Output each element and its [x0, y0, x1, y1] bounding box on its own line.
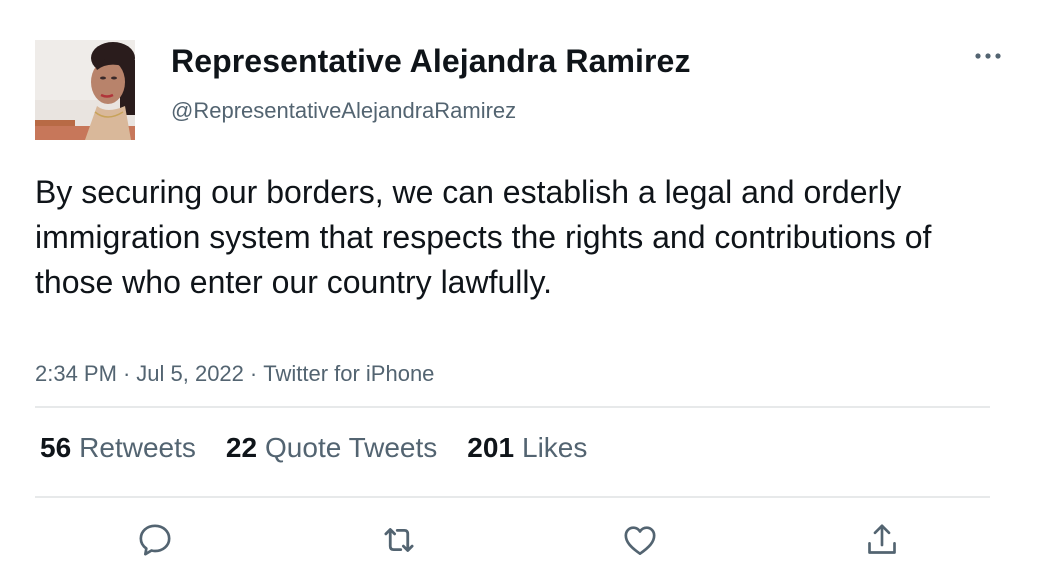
likes-label: Likes	[522, 432, 588, 463]
meta-separator: ·	[249, 361, 258, 386]
retweets-count: 56	[40, 432, 72, 463]
divider	[35, 406, 990, 408]
share-icon	[868, 524, 896, 554]
retweet-button[interactable]	[377, 518, 421, 562]
retweets-stat[interactable]: 56 Retweets	[40, 432, 196, 464]
quote-tweets-stat[interactable]: 22 Quote Tweets	[226, 432, 437, 464]
tweet-text: By securing our borders, we can establis…	[35, 174, 932, 300]
more-options-button[interactable]	[968, 44, 1008, 68]
quote-tweets-count: 22	[225, 432, 258, 463]
avatar[interactable]	[35, 40, 135, 140]
share-button[interactable]	[860, 518, 904, 562]
likes-count: 201	[467, 432, 515, 463]
more-icon	[975, 53, 1001, 59]
tweet-date[interactable]: Jul 5, 2022	[136, 361, 244, 386]
likes-stat[interactable]: 201 Likes	[467, 432, 587, 464]
tweet-time[interactable]: 2:34 PM	[35, 361, 117, 386]
author-display-name[interactable]: Representative Alejandra Ramirez	[171, 43, 691, 80]
divider	[35, 496, 990, 498]
like-icon	[624, 526, 656, 555]
tweet-source[interactable]: Twitter for iPhone	[263, 361, 434, 386]
retweet-icon	[384, 528, 414, 552]
reply-button[interactable]	[133, 518, 177, 562]
reply-icon	[139, 524, 171, 556]
meta-separator: ·	[122, 361, 131, 386]
engagement-stats: 56 Retweets 22 Quote Tweets 201 Likes	[40, 432, 617, 464]
retweets-label: Retweets	[79, 432, 196, 463]
avatar-photo	[35, 40, 135, 140]
tweet-metadata: 2:34 PM · Jul 5, 2022 · Twitter for iPhone	[35, 361, 434, 387]
like-button[interactable]	[618, 518, 662, 562]
quote-tweets-label: Quote Tweets	[265, 432, 438, 463]
author-handle[interactable]: @RepresentativeAlejandraRamirez	[171, 98, 516, 124]
